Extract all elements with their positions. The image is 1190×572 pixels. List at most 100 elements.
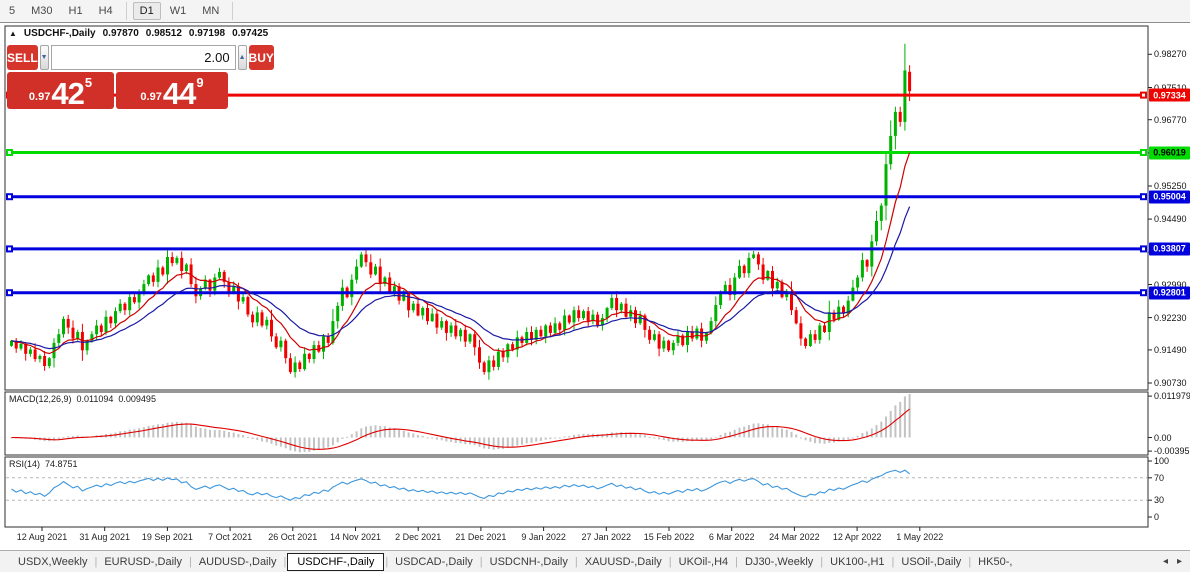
toolbar-divider: [126, 2, 127, 20]
volume-increase-button[interactable]: ▲: [238, 45, 247, 70]
macd-axis-label: 0.00: [1154, 433, 1172, 443]
one-click-trading-panel: SELL ▼ ▲ BUY 0.97 42 5 0.97 44: [7, 45, 228, 109]
rsi-axis-label: 30: [1154, 495, 1164, 505]
toolbar-divider: [232, 2, 233, 20]
macd-axis-label: -0.00395: [1154, 446, 1190, 456]
low-value: 0.97198: [189, 28, 225, 39]
tab-separator: |: [385, 556, 388, 568]
chart-info-line: ▲ USDCHF-,Daily 0.97870 0.98512 0.97198 …: [9, 28, 268, 39]
date-label: 19 Sep 2021: [142, 532, 193, 542]
rsi-value: 74.8751: [45, 459, 78, 469]
sell-price-box[interactable]: 0.97 42 5: [7, 72, 114, 109]
timeframe-button-h4[interactable]: H4: [92, 2, 120, 20]
tab-separator: |: [480, 556, 483, 568]
tab-separator: |: [968, 556, 971, 568]
date-label: 12 Apr 2022: [833, 532, 882, 542]
tab-separator: |: [669, 556, 672, 568]
timeframe-button-m30[interactable]: M30: [24, 2, 59, 20]
chart-tab-dj30-weekly[interactable]: DJ30-,Weekly: [739, 555, 819, 569]
tab-separator: |: [820, 556, 823, 568]
date-label: 14 Nov 2021: [330, 532, 381, 542]
collapse-panel-arrow[interactable]: ▲: [9, 29, 17, 38]
open-value: 0.97870: [103, 28, 139, 39]
close-value: 0.97425: [232, 28, 268, 39]
date-label: 15 Feb 2022: [644, 532, 695, 542]
buy-button[interactable]: BUY: [249, 45, 274, 70]
sell-price-sup: 5: [85, 75, 92, 90]
price-axis-label: 0.90730: [1154, 378, 1187, 388]
price-axis-label: 0.98270: [1154, 49, 1187, 59]
spin-down-icon: ▼: [41, 54, 48, 61]
rsi-axis-label: 100: [1154, 456, 1169, 466]
chart-tab-usdcad-daily[interactable]: USDCAD-,Daily: [389, 555, 479, 569]
date-label: 27 Jan 2022: [582, 532, 632, 542]
tab-scroll-arrows: ◂▸: [1163, 556, 1190, 567]
tab-separator: |: [283, 556, 286, 568]
chart-tab-uk100-h1[interactable]: UK100-,H1: [824, 555, 890, 569]
buy-price-sup: 9: [196, 75, 203, 90]
date-label: 26 Oct 2021: [268, 532, 317, 542]
rsi-axis-label: 0: [1154, 512, 1159, 522]
tab-separator: |: [94, 556, 97, 568]
buy-price-big: 44: [163, 80, 195, 108]
price-level-badge: 0.93807: [1149, 242, 1190, 255]
date-label: 24 Mar 2022: [769, 532, 820, 542]
price-axis-label: 0.96770: [1154, 115, 1187, 125]
chart-tab-usdcnh-daily[interactable]: USDCNH-,Daily: [484, 555, 574, 569]
macd-main-value: 0.011094: [77, 394, 114, 404]
price-axis-label: 0.91490: [1154, 345, 1187, 355]
trading-terminal-window: 5M30H1H4D1W1MN ▲ USDCHF-,Daily 0.97870 0…: [0, 0, 1190, 572]
chart-tab-xauusd-daily[interactable]: XAUUSD-,Daily: [579, 555, 668, 569]
chart-tab-usoil-daily[interactable]: USOil-,Daily: [895, 555, 967, 569]
macd-indicator-label: MACD(12,26,9) 0.011094 0.009495: [9, 394, 156, 404]
sell-price-big: 42: [51, 80, 83, 108]
buy-price-prefix: 0.97: [140, 91, 161, 103]
date-label: 6 Mar 2022: [709, 532, 755, 542]
buy-price-box[interactable]: 0.97 44 9: [116, 72, 228, 109]
chart-tab-usdchf-daily[interactable]: USDCHF-,Daily: [287, 553, 384, 571]
rsi-name: RSI(14): [9, 459, 40, 469]
high-value: 0.98512: [146, 28, 182, 39]
price-level-badge: 0.97334: [1149, 89, 1190, 102]
chart-tab-ukoil-h4[interactable]: UKOil-,H4: [673, 555, 735, 569]
date-label: 21 Dec 2021: [455, 532, 506, 542]
symbol-title: USDCHF-,Daily: [24, 28, 96, 39]
price-level-badge: 0.96019: [1149, 146, 1190, 159]
volume-decrease-button[interactable]: ▼: [40, 45, 49, 70]
date-label: 12 Aug 2021: [17, 532, 68, 542]
chart-tab-bar: USDX,Weekly|EURUSD-,Daily|AUDUSD-,Daily|…: [0, 550, 1190, 572]
timeframe-button-d1[interactable]: D1: [133, 2, 161, 20]
chart-tab-usdx-weekly[interactable]: USDX,Weekly: [12, 555, 93, 569]
timeframe-button-w1[interactable]: W1: [163, 2, 194, 20]
price-axis-label: 0.94490: [1154, 214, 1187, 224]
tab-separator: |: [735, 556, 738, 568]
price-axis-label: 0.92230: [1154, 313, 1187, 323]
tab-separator: |: [189, 556, 192, 568]
chart-tab-audusd-daily[interactable]: AUDUSD-,Daily: [193, 555, 283, 569]
timeframe-button-h1[interactable]: H1: [62, 2, 90, 20]
date-label: 2 Dec 2021: [395, 532, 441, 542]
timeframe-toolbar: 5M30H1H4 D1W1MN: [0, 0, 1190, 23]
tab-separator: |: [575, 556, 578, 568]
timeframe-button-5[interactable]: 5: [2, 2, 22, 20]
tab-scroll-right-icon[interactable]: ▸: [1177, 556, 1182, 567]
macd-name: MACD(12,26,9): [9, 394, 72, 404]
date-label: 9 Jan 2022: [521, 532, 566, 542]
chart-tab-hk50[interactable]: HK50-,: [972, 555, 1018, 569]
sell-button[interactable]: SELL: [7, 45, 38, 70]
tab-separator: |: [892, 556, 895, 568]
rsi-axis-label: 70: [1154, 473, 1164, 483]
chart-tab-eurusd-daily[interactable]: EURUSD-,Daily: [98, 555, 188, 569]
rsi-indicator-label: RSI(14) 74.8751: [9, 459, 78, 469]
spin-up-icon: ▲: [239, 54, 246, 61]
macd-signal-value: 0.009495: [118, 394, 156, 404]
date-label: 1 May 2022: [896, 532, 943, 542]
chart-window[interactable]: ▲ USDCHF-,Daily 0.97870 0.98512 0.97198 …: [0, 22, 1190, 550]
price-level-badge: 0.92801: [1149, 286, 1190, 299]
date-label: 7 Oct 2021: [208, 532, 252, 542]
volume-input[interactable]: [51, 45, 236, 70]
macd-axis-label: 0.011979: [1154, 391, 1190, 401]
timeframe-button-mn[interactable]: MN: [195, 2, 226, 20]
sell-price-prefix: 0.97: [29, 91, 50, 103]
tab-scroll-left-icon[interactable]: ◂: [1163, 556, 1168, 567]
